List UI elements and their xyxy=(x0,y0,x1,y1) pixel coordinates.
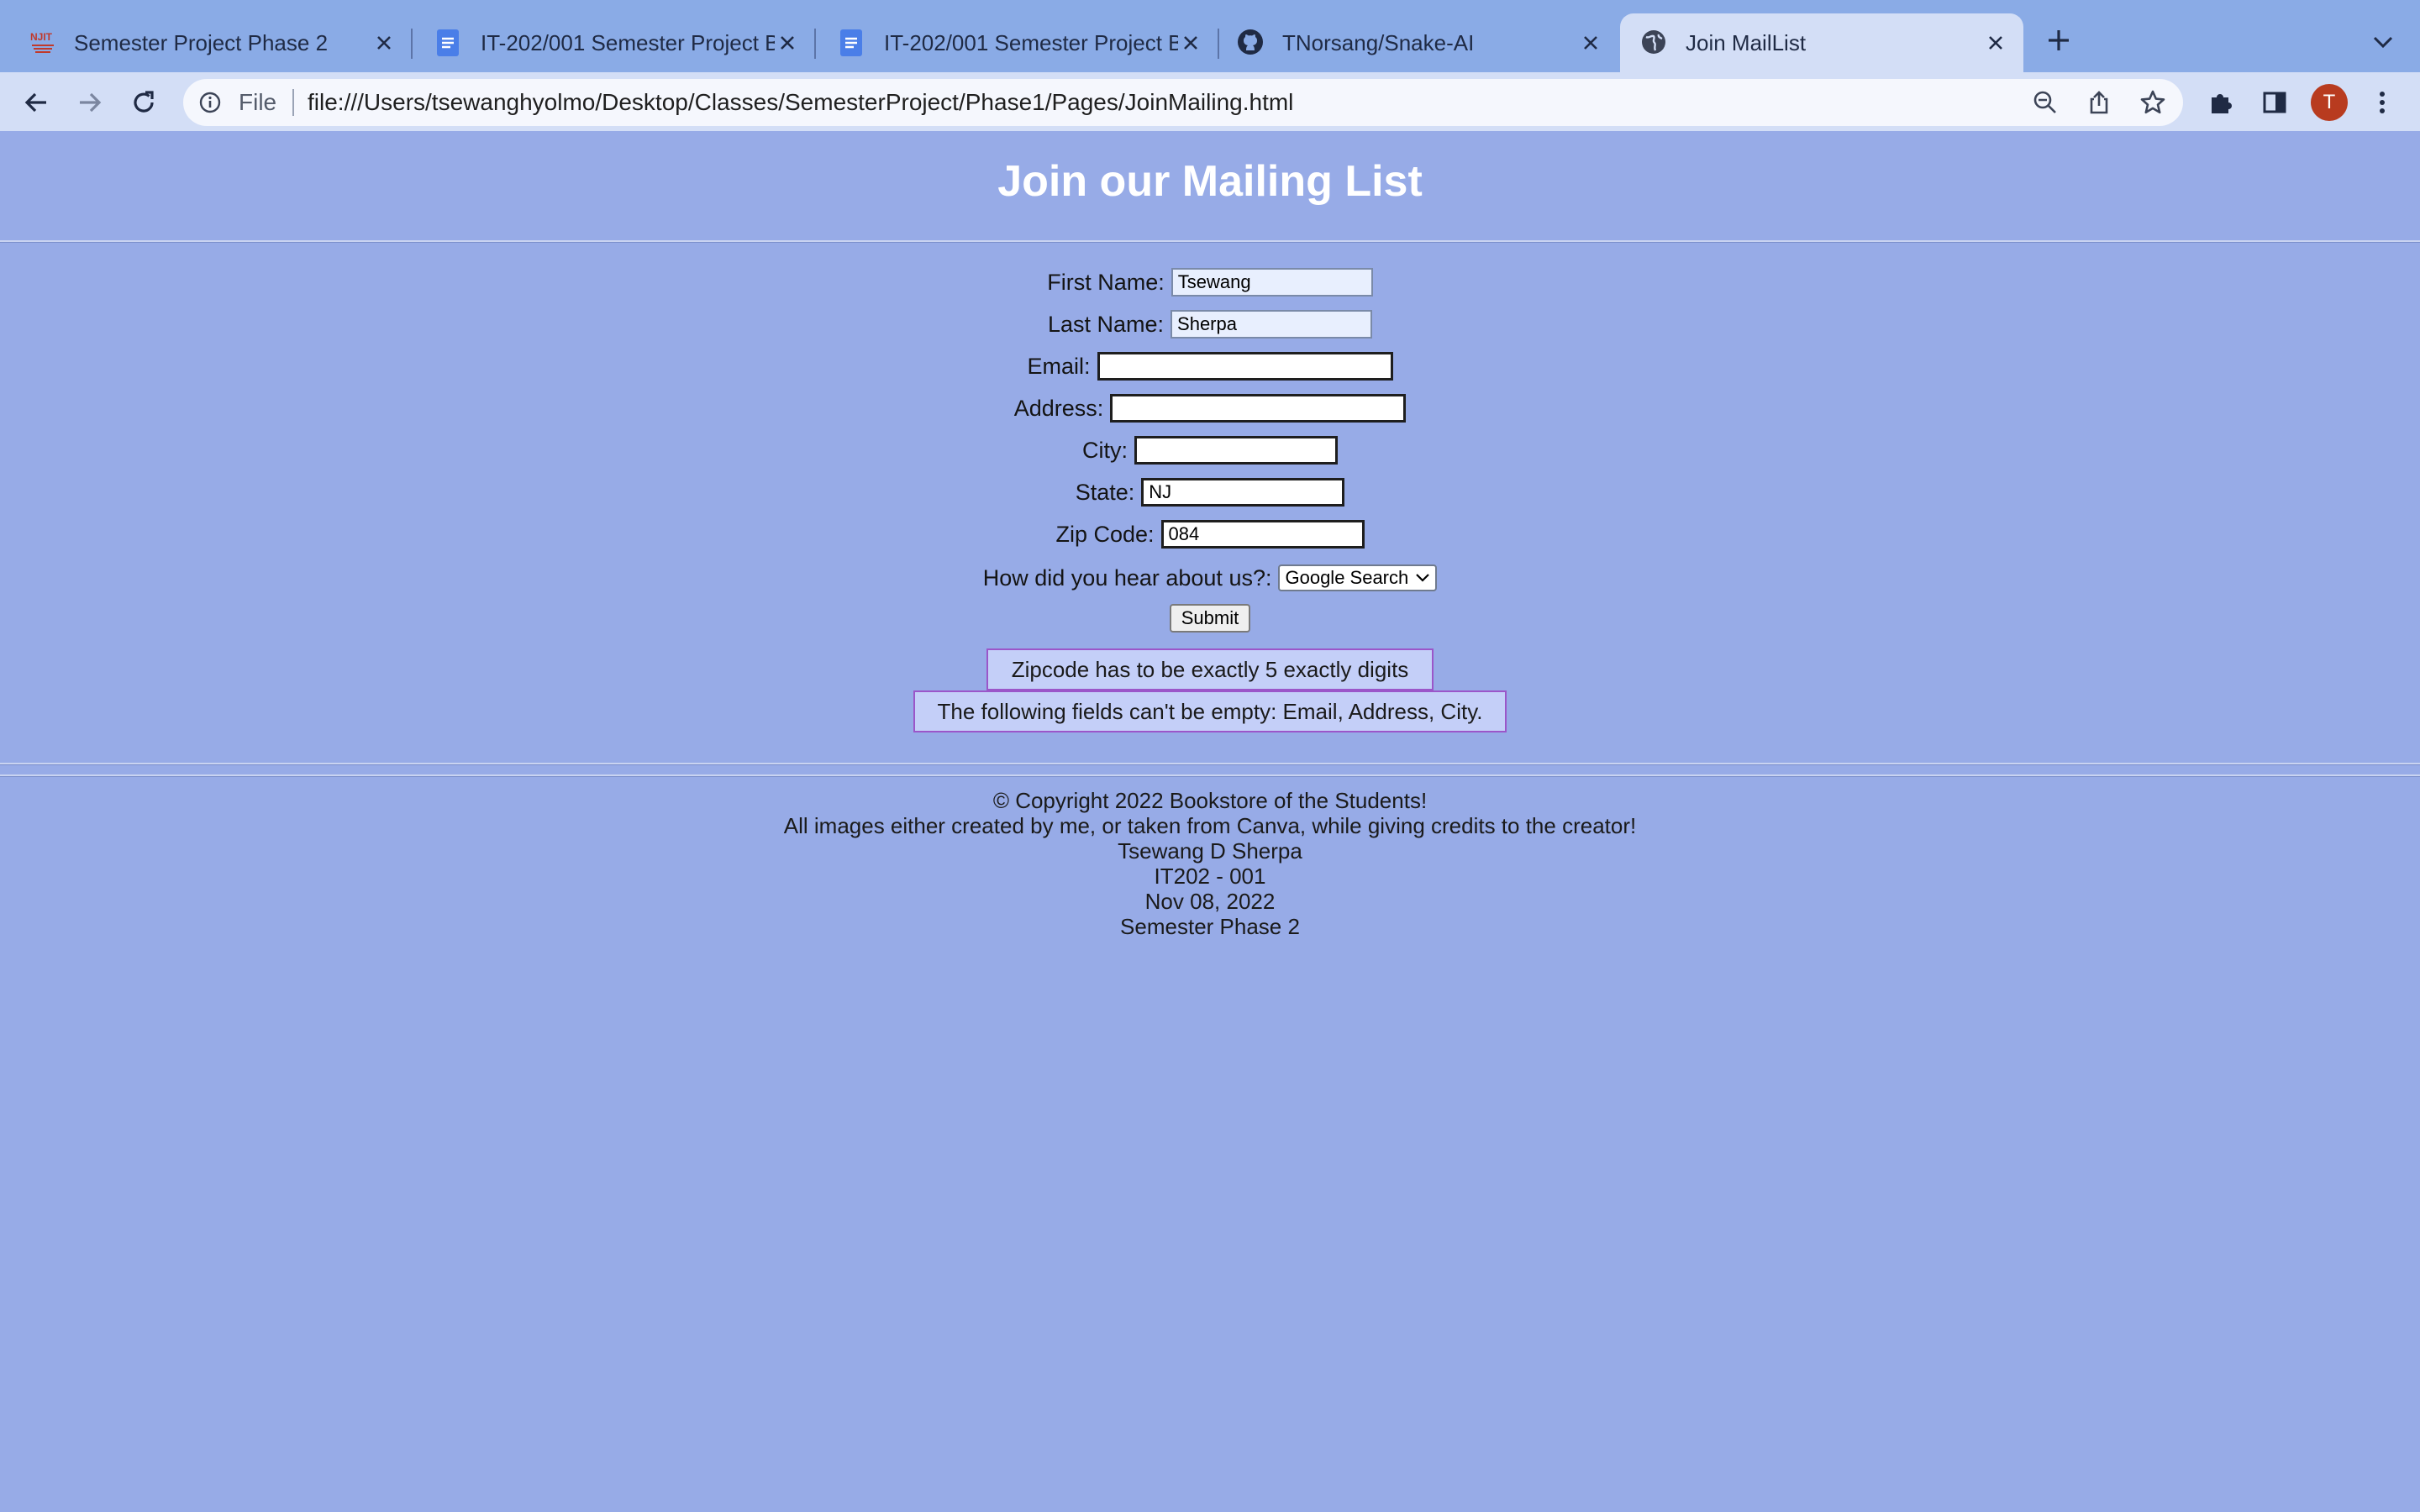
chevron-down-icon xyxy=(1415,570,1430,585)
state-row: State: NJ xyxy=(0,475,2420,509)
address-scheme: File xyxy=(239,89,277,115)
tab-title: TNorsang/Snake-AI xyxy=(1282,29,1475,55)
zip-error-message: Zipcode has to be exactly 5 exactly digi… xyxy=(986,648,1434,690)
footer-divider-top xyxy=(0,763,2420,765)
profile-avatar[interactable]: T xyxy=(2311,84,2348,121)
side-panel-icon[interactable] xyxy=(2259,87,2291,118)
close-icon[interactable] xyxy=(371,30,397,55)
address-row: Address: xyxy=(0,391,2420,425)
footer-course: IT202 - 001 xyxy=(1154,864,1266,889)
address-divider xyxy=(292,89,294,116)
github-icon xyxy=(1237,29,1265,57)
last-name-row: Last Name: Sherpa xyxy=(0,307,2420,341)
page-title: Join our Mailing List xyxy=(997,157,1423,206)
njit-logo-icon: NJIT xyxy=(29,29,57,57)
footer-author: Tsewang D Sherpa xyxy=(1118,838,1302,864)
page-viewport: Join our Mailing List First Name: Tsewan… xyxy=(0,131,2420,1512)
tab-separator xyxy=(814,29,816,59)
referral-select[interactable]: Google Search xyxy=(1278,564,1438,591)
email-row: Email: xyxy=(0,349,2420,383)
footer-date: Nov 08, 2022 xyxy=(1144,889,1276,914)
address-url[interactable]: file:///Users/tsewanghyolmo/Desktop/Clas… xyxy=(308,89,1293,116)
globe-icon xyxy=(1640,29,1669,57)
email-label: Email: xyxy=(1027,353,1091,379)
state-label: State: xyxy=(1075,479,1135,505)
footer-copyright: © Copyright 2022 Bookstore of the Studen… xyxy=(992,788,1428,813)
email-input[interactable] xyxy=(1097,352,1393,381)
tab-separator xyxy=(411,29,413,59)
tab-strip: NJIT Semester Project Phase 2 IT-202/001… xyxy=(0,0,2420,72)
footer-phase: Semester Phase 2 xyxy=(1120,914,1300,939)
share-icon[interactable] xyxy=(2086,89,2112,116)
referral-row: How did you hear about us?: Google Searc… xyxy=(0,561,2420,595)
first-name-input[interactable]: Tsewang xyxy=(1171,268,1373,297)
tab-semester-project-phase-2[interactable]: NJIT Semester Project Phase 2 xyxy=(0,13,413,72)
referral-selected-value: Google Search xyxy=(1285,567,1409,588)
close-icon[interactable] xyxy=(1578,30,1603,55)
extensions-puzzle-icon[interactable] xyxy=(2205,87,2237,118)
close-icon[interactable] xyxy=(1178,30,1203,55)
back-arrow-icon[interactable] xyxy=(20,87,52,118)
reload-icon[interactable] xyxy=(128,87,160,118)
header-divider xyxy=(0,240,2420,243)
site-info-icon[interactable] xyxy=(197,89,224,116)
city-row: City: xyxy=(0,433,2420,467)
footer-divider-bottom xyxy=(0,774,2420,777)
google-docs-icon xyxy=(435,29,464,57)
zip-input[interactable]: 084 xyxy=(1160,520,1365,549)
tab-semester-project-doc-2[interactable]: IT-202/001 Semester Project B xyxy=(818,13,1219,72)
forward-arrow-icon[interactable] xyxy=(74,87,106,118)
tab-title: Semester Project Phase 2 xyxy=(74,29,329,55)
address-bar[interactable]: File file:///Users/tsewanghyolmo/Desktop… xyxy=(183,79,2183,126)
tab-github-snake-ai[interactable]: TNorsang/Snake-AI xyxy=(1220,13,1618,72)
empty-fields-error-message: The following fields can't be empty: Ema… xyxy=(913,690,1507,732)
state-input[interactable]: NJ xyxy=(1141,478,1345,507)
new-tab-button[interactable] xyxy=(2042,24,2075,57)
tab-separator xyxy=(1218,29,1219,59)
referral-label: How did you hear about us?: xyxy=(982,564,1272,591)
tab-semester-project-doc-1[interactable]: IT-202/001 Semester Project B xyxy=(415,13,816,72)
tab-title: IT-202/001 Semester Project B xyxy=(481,29,775,55)
google-docs-icon xyxy=(839,29,867,57)
tab-join-maillist[interactable]: Join MailList xyxy=(1620,13,2023,72)
tab-title: IT-202/001 Semester Project B xyxy=(884,29,1178,55)
city-input[interactable] xyxy=(1134,436,1338,465)
close-icon[interactable] xyxy=(775,30,800,55)
submit-button[interactable]: Submit xyxy=(1169,604,1251,633)
address-input[interactable] xyxy=(1110,394,1407,423)
submit-row: Submit xyxy=(0,601,2420,635)
zoom-out-icon[interactable] xyxy=(2032,89,2059,116)
svg-text:NJIT: NJIT xyxy=(30,31,53,43)
page-footer: © Copyright 2022 Bookstore of the Studen… xyxy=(0,788,2420,939)
last-name-input[interactable]: Sherpa xyxy=(1171,310,1373,339)
more-menu-icon[interactable] xyxy=(2366,87,2398,118)
zip-row: Zip Code: 084 xyxy=(0,517,2420,551)
zip-label: Zip Code: xyxy=(1055,521,1155,547)
first-name-row: First Name: Tsewang xyxy=(0,265,2420,299)
tab-title: Join MailList xyxy=(1686,29,1807,55)
bookmark-star-icon[interactable] xyxy=(2139,89,2166,116)
close-icon[interactable] xyxy=(1983,30,2008,55)
city-label: City: xyxy=(1082,437,1128,463)
footer-credits: All images either created by me, or take… xyxy=(783,813,1637,838)
browser-toolbar: File file:///Users/tsewanghyolmo/Desktop… xyxy=(0,72,2420,131)
last-name-label: Last Name: xyxy=(1047,311,1165,337)
address-label: Address: xyxy=(1013,395,1104,421)
tab-search-chevron-down-icon[interactable] xyxy=(2368,27,2398,57)
first-name-label: First Name: xyxy=(1047,269,1165,295)
